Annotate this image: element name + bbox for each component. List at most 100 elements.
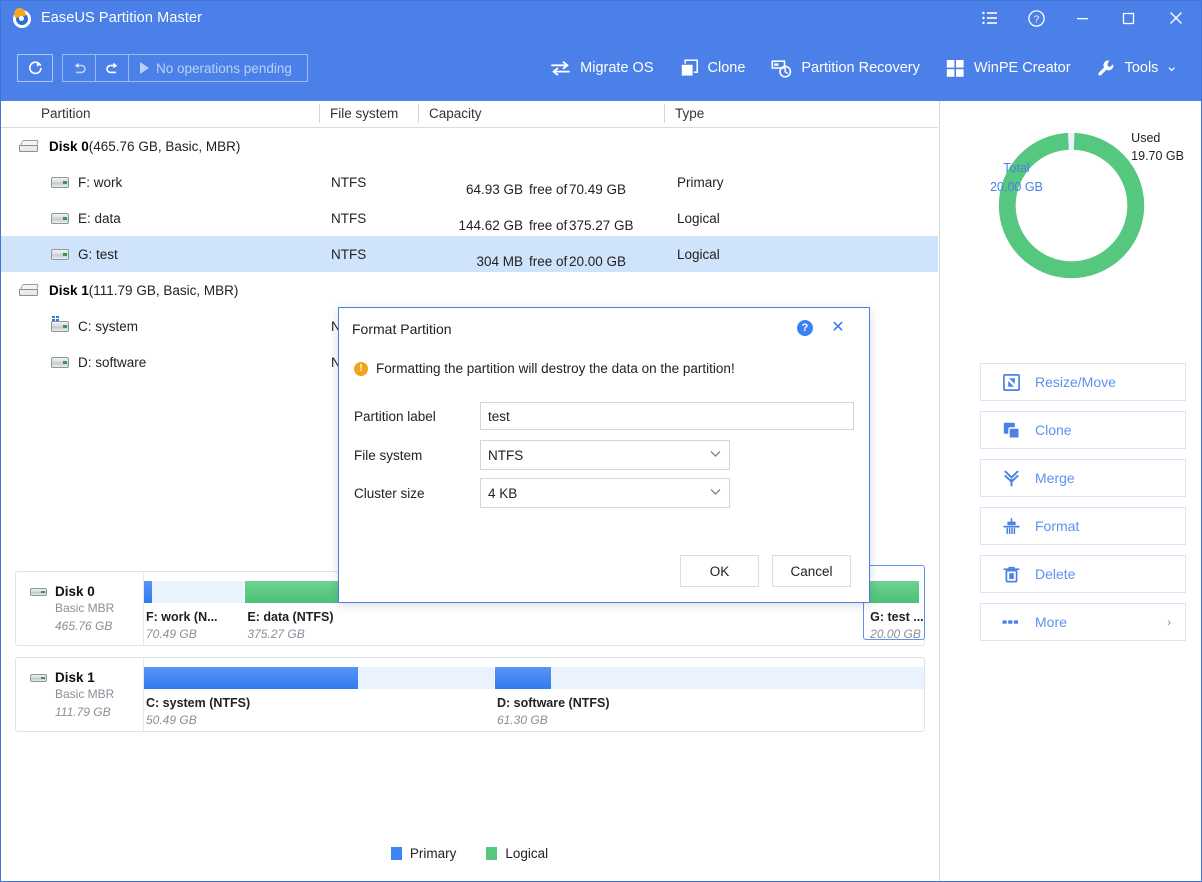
- legend-item-primary: Primary: [391, 846, 457, 861]
- partition-icon: [51, 177, 69, 188]
- partition-row-g-test[interactable]: G: test NTFS 304 MB free of 20.00 GB Log…: [1, 236, 938, 272]
- more-button[interactable]: More ›: [980, 603, 1186, 641]
- toolbar-tools-label: Tools: [1125, 60, 1159, 76]
- toolbar-tools[interactable]: Tools ⌄: [1084, 53, 1191, 84]
- disk-1-name: Disk 1: [49, 283, 89, 298]
- partition-name-e-data: E: data: [78, 211, 121, 226]
- disk-map-info-1: Disk 1 Basic MBR 111.79 GB: [16, 658, 144, 731]
- disk-map-bar-row-1: [144, 667, 924, 689]
- partition-cell-filesystem: NTFS: [321, 175, 421, 190]
- disk-0-name: Disk 0: [49, 139, 89, 154]
- column-header-capacity[interactable]: Capacity: [419, 106, 482, 121]
- disk-row-disk-0[interactable]: Disk 0 (465.76 GB, Basic, MBR): [1, 128, 938, 164]
- usage-fill: [144, 581, 152, 603]
- resize-move-button[interactable]: Resize/Move: [980, 363, 1186, 401]
- partition-icon: [51, 249, 69, 260]
- toolbar-partition-recovery-label: Partition Recovery: [801, 60, 919, 76]
- merge-button[interactable]: Merge: [980, 459, 1186, 497]
- capacity-freeof-label: free of: [529, 254, 567, 269]
- dialog-help-icon[interactable]: ?: [797, 320, 813, 336]
- toolbar-clone-label: Clone: [708, 60, 746, 76]
- toolbar-migrate-os[interactable]: Migrate OS: [537, 54, 666, 83]
- tools-wrench-icon: [1097, 59, 1116, 78]
- capacity-total-e-data: 375.27 GB: [569, 218, 634, 233]
- partition-cell-name: F: work: [1, 175, 321, 190]
- partition-label-input[interactable]: [480, 402, 854, 430]
- right-side-panel: Total 20.00 GB Used 19.70 GB Resize/Move: [939, 101, 1201, 881]
- partition-cell-name: D: software: [1, 355, 321, 370]
- partition-cell-type: Logical: [667, 211, 867, 226]
- partition-cell-name: G: test: [1, 247, 321, 262]
- resize-move-label: Resize/Move: [1035, 374, 1116, 390]
- partition-row-e-data[interactable]: E: data NTFS 144.62 GB free of 375.27 GB…: [1, 200, 938, 236]
- play-icon: [140, 62, 149, 74]
- disk-map-segment-f-work[interactable]: [144, 581, 245, 603]
- disk-map-segment-c-system[interactable]: [144, 667, 495, 689]
- pending-operations-label: No operations pending: [156, 61, 292, 76]
- minimize-icon[interactable]: [1059, 1, 1105, 35]
- clone-button[interactable]: Clone: [980, 411, 1186, 449]
- file-system-select[interactable]: NTFSFAT32FAT16EXT2EXT3EXT4exFAT: [480, 440, 730, 470]
- cluster-size-label: Cluster size: [354, 486, 480, 501]
- toolbar-clone[interactable]: Clone: [667, 53, 759, 84]
- window-controls: ?: [967, 1, 1201, 35]
- partition-cell-type: Logical: [667, 247, 867, 262]
- disk-map-disk-1[interactable]: Disk 1 Basic MBR 111.79 GB C: system (NT…: [15, 657, 925, 732]
- partition-actions-panel: Resize/Move Clone: [940, 363, 1202, 651]
- disk-map-partitions-1: C: system (NTFS) 50.49 GB D: software (N…: [144, 658, 924, 731]
- column-header-partition[interactable]: Partition: [31, 106, 91, 121]
- disk-map-size-0: 465.76 GB: [55, 617, 143, 635]
- selected-segment-track: [869, 581, 919, 603]
- column-header-type[interactable]: Type: [665, 106, 704, 121]
- delete-button[interactable]: Delete: [980, 555, 1186, 593]
- donut-total-value: 20.00 GB: [990, 178, 1043, 196]
- column-header-file-system[interactable]: File system: [320, 106, 398, 121]
- toolbar-partition-recovery[interactable]: Partition Recovery: [758, 53, 932, 84]
- dialog-warning-text: Formatting the partition will destroy th…: [376, 361, 735, 376]
- system-flag-icon: [52, 316, 61, 322]
- dialog-row-file-system: File system NTFSFAT32FAT16EXT2EXT3EXT4ex…: [354, 440, 730, 470]
- operation-controls: No operations pending: [17, 54, 308, 82]
- delete-label: Delete: [1035, 566, 1075, 582]
- disk-map-segment-d-software[interactable]: [495, 667, 924, 689]
- apply-operations-button[interactable]: No operations pending: [129, 55, 307, 81]
- dialog-cancel-button[interactable]: Cancel: [772, 555, 851, 587]
- disk-map-title-1: Disk 1: [55, 670, 95, 685]
- partition-label-label: Partition label: [354, 409, 480, 424]
- disk-map-label-f-work: F: work (N... 70.49 GB: [146, 610, 218, 641]
- format-button[interactable]: Format: [980, 507, 1186, 545]
- capacity-free-g-test: 304 MB: [431, 254, 523, 269]
- app-logo-icon: [12, 8, 32, 28]
- cluster-size-select[interactable]: 512 B1 KB2 KB4 KB8 KB16 KB32 KB64 KB: [480, 478, 730, 508]
- usage-donut-chart: Total 20.00 GB Used 19.70 GB: [940, 101, 1202, 331]
- disk-map-size-1: 111.79 GB: [55, 703, 143, 721]
- svg-text:?: ?: [1033, 14, 1039, 25]
- disk-map-info-0: Disk 0 Basic MBR 465.76 GB: [16, 572, 144, 645]
- merge-icon: [1000, 470, 1022, 487]
- help-icon[interactable]: ?: [1013, 1, 1059, 35]
- disk-row-disk-1[interactable]: Disk 1 (111.79 GB, Basic, MBR): [1, 272, 938, 308]
- system-partition-icon: [51, 321, 69, 332]
- disk-map-bus-0: Basic MBR: [55, 599, 143, 617]
- capacity-freeof-label: free of: [529, 182, 567, 197]
- capacity-total-g-test: 20.00 GB: [569, 254, 626, 269]
- redo-button[interactable]: [96, 55, 129, 81]
- dialog-ok-button[interactable]: OK: [680, 555, 759, 587]
- format-label: Format: [1035, 518, 1079, 534]
- clone-icon: [680, 59, 699, 78]
- donut-used-caption: Used: [1131, 129, 1184, 147]
- toolbar-winpe-creator[interactable]: WinPE Creator: [933, 53, 1084, 84]
- maximize-icon[interactable]: [1105, 1, 1151, 35]
- disk-map-title-0: Disk 0: [55, 584, 95, 599]
- disk-map-label-d-software: D: software (NTFS) 61.30 GB: [497, 696, 610, 727]
- winpe-creator-icon: [946, 59, 965, 78]
- partition-row-f-work[interactable]: F: work NTFS 64.93 GB free of 70.49 GB P…: [1, 164, 938, 200]
- refresh-button[interactable]: [17, 54, 53, 82]
- menu-list-icon[interactable]: [967, 1, 1013, 35]
- undo-button[interactable]: [63, 55, 96, 81]
- close-icon[interactable]: [1151, 1, 1201, 35]
- disk-0-meta: (465.76 GB, Basic, MBR): [89, 139, 241, 154]
- dialog-close-icon[interactable]: ✕: [829, 318, 847, 336]
- disk-map-selected-g-test[interactable]: G: test ... 20.00 GB: [863, 565, 925, 640]
- disk-icon: [30, 674, 47, 682]
